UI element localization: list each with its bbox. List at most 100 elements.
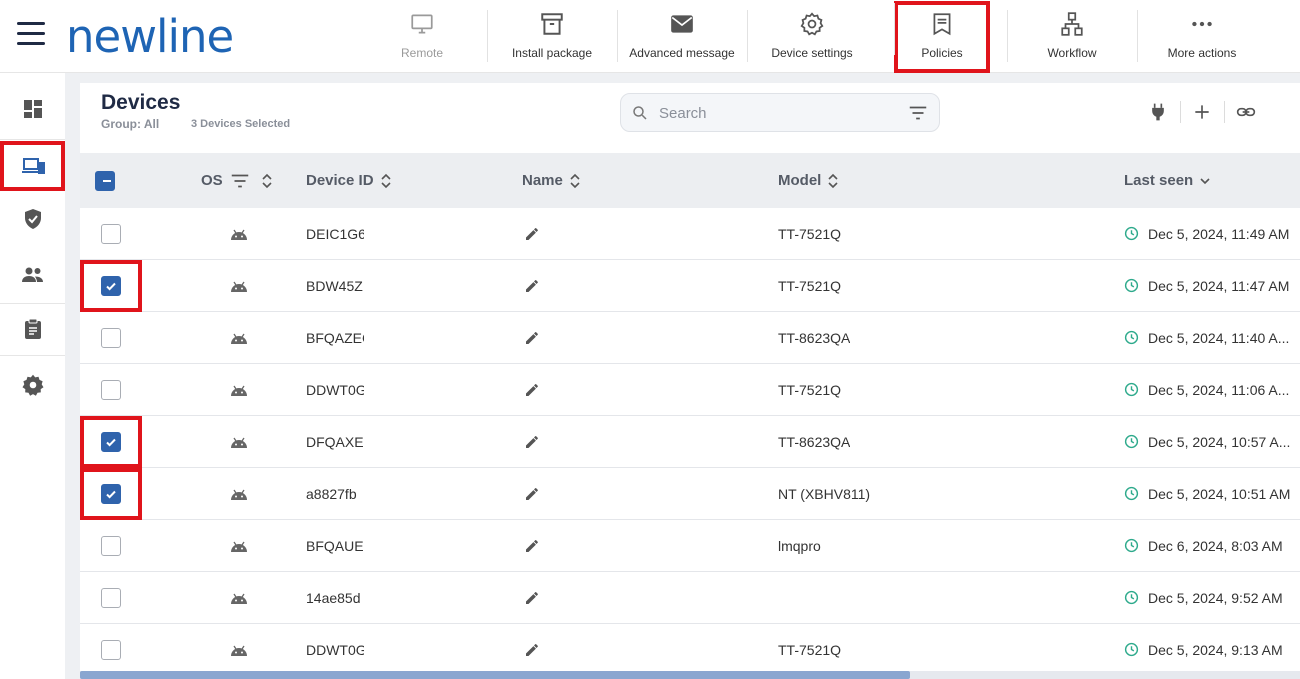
sidebar-item-security[interactable]	[0, 194, 65, 244]
sidebar-item-dashboard[interactable]	[0, 84, 65, 134]
model-cell: lmqpro	[778, 537, 821, 554]
pencil-icon	[526, 591, 538, 604]
device-settings-button[interactable]: Device settings	[747, 8, 877, 64]
filter-icon[interactable]	[229, 170, 251, 192]
checkmark-icon	[106, 282, 116, 291]
table-row[interactable]: a8827fb NT (XBHV811) Dec 5, 2024, 10:51 AM	[80, 468, 1300, 520]
sidebar-item-settings[interactable]	[0, 360, 65, 410]
row-checkbox[interactable]	[101, 276, 121, 296]
link-icon	[1236, 107, 1256, 117]
pencil-icon	[526, 227, 538, 240]
table-row[interactable]: DEIC1G6 TT-7521Q Dec 5, 2024, 11:49 AM	[80, 208, 1300, 260]
edit-name-button[interactable]	[524, 260, 540, 311]
last-seen-value: Dec 5, 2024, 11:49 AM	[1148, 225, 1290, 242]
sidebar-item-reports[interactable]	[0, 304, 65, 354]
monitor-icon	[411, 14, 433, 34]
row-checkbox[interactable]	[101, 640, 121, 660]
remote-button[interactable]: Remote	[357, 8, 487, 64]
more-horizontal-icon	[1192, 21, 1212, 27]
last-seen-cell: Dec 5, 2024, 9:52 AM	[1124, 572, 1283, 623]
connect-button[interactable]	[1136, 99, 1180, 125]
android-icon	[231, 593, 247, 604]
table-row[interactable]: BFQAUEG lmqpro Dec 6, 2024, 8:03 AM	[80, 520, 1300, 572]
table-row[interactable]: BFQAZEG TT-8623QA Dec 5, 2024, 11:40 A...	[80, 312, 1300, 364]
device-id-cell: a8827fb	[306, 485, 357, 502]
hierarchy-icon	[1061, 12, 1083, 36]
edit-name-button[interactable]	[524, 520, 540, 571]
row-checkbox[interactable]	[101, 536, 121, 556]
edit-name-button[interactable]	[524, 572, 540, 623]
chevron-down-icon[interactable]	[1197, 173, 1213, 189]
scrollbar-thumb[interactable]	[80, 671, 910, 679]
row-checkbox[interactable]	[101, 224, 121, 244]
add-device-button[interactable]	[1180, 99, 1224, 125]
row-checkbox[interactable]	[101, 484, 121, 504]
edit-name-button[interactable]	[524, 624, 540, 675]
row-checkbox-cell	[80, 572, 142, 624]
last-seen-value: Dec 6, 2024, 8:03 AM	[1148, 537, 1283, 554]
filter-icon[interactable]	[907, 102, 929, 124]
sidebar-item-users[interactable]	[0, 250, 65, 300]
remote-label: Remote	[400, 46, 444, 60]
column-name[interactable]: Name	[522, 153, 583, 208]
edit-name-button[interactable]	[524, 416, 540, 467]
row-checkbox-cell	[80, 624, 142, 676]
row-checkbox[interactable]	[101, 328, 121, 348]
sort-icon[interactable]	[825, 173, 841, 189]
row-checkbox[interactable]	[101, 380, 121, 400]
sidebar-item-devices[interactable]	[0, 141, 65, 191]
table-row[interactable]: DDWT0G TT-7521Q Dec 5, 2024, 9:13 AM	[80, 624, 1300, 676]
more-actions-button[interactable]: More actions	[1137, 8, 1267, 64]
checkmark-icon	[106, 438, 116, 447]
os-cell	[229, 312, 249, 363]
device-settings-label: Device settings	[771, 46, 853, 60]
edit-name-button[interactable]	[524, 208, 540, 259]
devices-header: Devices Group: All 3 Devices Selected	[80, 83, 1300, 149]
search-input[interactable]	[659, 102, 899, 124]
edit-name-button[interactable]	[524, 468, 540, 519]
devices-icon	[21, 158, 45, 174]
last-seen-cell: Dec 5, 2024, 11:47 AM	[1124, 260, 1289, 311]
column-last-seen[interactable]: Last seen	[1124, 153, 1213, 208]
advanced-message-button[interactable]: Advanced message	[617, 8, 747, 64]
last-seen-value: Dec 5, 2024, 10:51 AM	[1148, 485, 1291, 502]
select-all-checkbox[interactable]	[95, 170, 115, 191]
sort-icon[interactable]	[378, 173, 394, 189]
table-row[interactable]: 14ae85d Dec 5, 2024, 9:52 AM	[80, 572, 1300, 624]
workflow-button[interactable]: Workflow	[1007, 8, 1137, 64]
row-checkbox-cell	[80, 260, 142, 312]
edit-name-button[interactable]	[524, 312, 540, 363]
hamburger-menu-icon[interactable]	[17, 22, 45, 46]
column-model[interactable]: Model	[778, 153, 841, 208]
row-checkbox[interactable]	[101, 432, 121, 452]
os-cell	[229, 468, 249, 519]
row-checkbox-cell	[80, 520, 142, 572]
edit-name-button[interactable]	[524, 364, 540, 415]
header-tools	[1136, 99, 1268, 125]
column-os[interactable]: OS	[201, 153, 275, 208]
clock-icon	[1124, 590, 1139, 605]
model-cell: TT-7521Q	[778, 277, 842, 294]
table-row[interactable]: DDWT0G TT-7521Q Dec 5, 2024, 11:06 A...	[80, 364, 1300, 416]
policies-button[interactable]: Policies	[894, 1, 990, 73]
column-device-id[interactable]: Device ID	[306, 153, 394, 208]
android-icon	[231, 229, 247, 240]
pencil-icon	[526, 331, 538, 344]
sort-icon[interactable]	[259, 173, 275, 189]
os-cell	[229, 364, 249, 415]
sort-icon[interactable]	[567, 173, 583, 189]
column-name-label: Name	[522, 172, 563, 189]
link-button[interactable]	[1224, 99, 1268, 125]
install-package-button[interactable]: Install package	[487, 8, 617, 64]
plus-icon	[1195, 105, 1209, 119]
table-row[interactable]: BDW45Z TT-7521Q Dec 5, 2024, 11:47 AM	[80, 260, 1300, 312]
device-id-cell: BFQAUEG	[306, 537, 364, 554]
last-seen-value: Dec 5, 2024, 11:47 AM	[1148, 277, 1290, 294]
last-seen-value: Dec 5, 2024, 11:06 A...	[1148, 381, 1290, 398]
device-id-cell: BFQAZEG	[306, 329, 364, 346]
horizontal-scrollbar[interactable]	[80, 671, 1300, 679]
os-cell	[229, 416, 249, 467]
group-filter-label[interactable]: Group: All	[101, 117, 159, 131]
table-row[interactable]: DFQAXEI TT-8623QA Dec 5, 2024, 10:57 A...	[80, 416, 1300, 468]
row-checkbox[interactable]	[101, 588, 121, 608]
